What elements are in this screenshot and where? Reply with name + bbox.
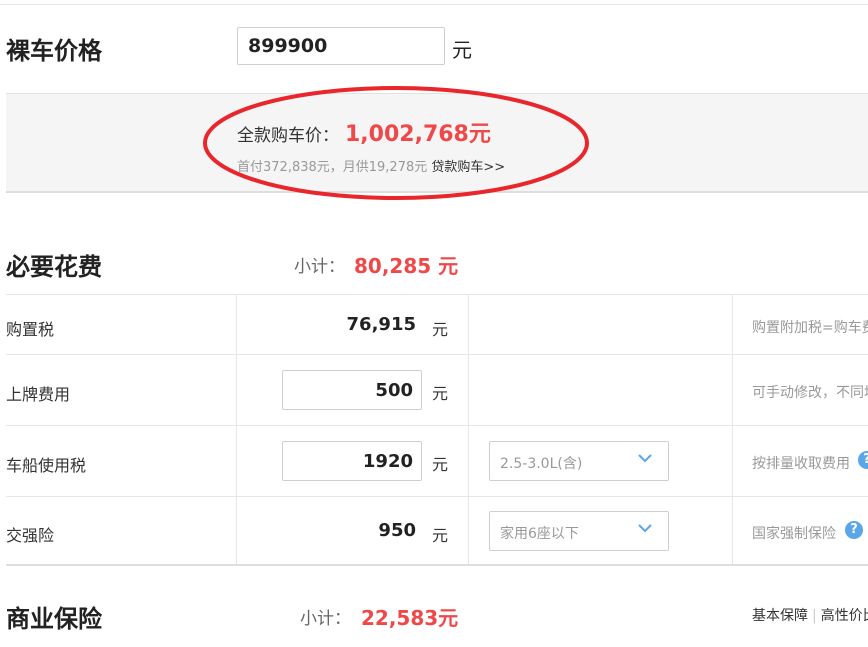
row-unit: 元: [432, 455, 449, 474]
price-title: 裸车价格: [6, 37, 102, 65]
license-fee-input[interactable]: [282, 370, 422, 410]
help-icon[interactable]: ?: [845, 521, 863, 539]
required-subtotal-label: 小计：: [294, 257, 345, 277]
row-note-vehicle-tax: 按排量收取费用: [752, 456, 850, 472]
row-unit: 元: [432, 320, 449, 339]
top-divider: [0, 4, 868, 5]
price-input[interactable]: [237, 27, 445, 65]
price-unit: 元: [452, 38, 472, 62]
table-col-divider: [468, 294, 469, 564]
row-label-license-fee: 上牌费用: [6, 385, 71, 404]
seat-count-select[interactable]: 家用6座以下: [489, 511, 669, 551]
table-row-divider: [6, 496, 868, 497]
row-value-purchase-tax: 76,915: [346, 314, 416, 335]
table-row-divider: [6, 425, 868, 426]
row-value-compulsory-insurance: 950: [378, 520, 416, 541]
row-unit: 元: [432, 526, 449, 545]
chevron-down-icon: [638, 524, 652, 533]
highlight-circle-annotation: [203, 86, 589, 200]
help-icon[interactable]: ?: [858, 451, 868, 469]
vehicle-tax-input[interactable]: [282, 441, 422, 481]
row-note-license-fee: 可手动修改，不同地: [752, 385, 868, 401]
table-row-divider: [6, 354, 868, 355]
row-label-compulsory-insurance: 交强险: [6, 526, 55, 545]
basic-plan-link[interactable]: 基本保障: [752, 608, 808, 624]
row-note-compulsory-insurance: 国家强制保险: [752, 526, 836, 542]
row-label-vehicle-tax: 车船使用税: [6, 456, 87, 475]
chevron-down-icon: [638, 454, 652, 463]
table-col-divider: [732, 294, 733, 564]
displacement-select[interactable]: 2.5-3.0L(含): [489, 441, 669, 481]
commercial-subtotal-value: 22,583元: [361, 606, 459, 630]
insurance-plan-links: 基本保障|高性价比: [752, 605, 868, 625]
required-subtotal-value: 80,285 元: [354, 254, 459, 278]
value-plan-link[interactable]: 高性价比: [821, 608, 868, 624]
commercial-insurance-title: 商业保险: [6, 605, 102, 633]
displacement-select-value: 2.5-3.0L(含): [500, 456, 583, 472]
link-separator: |: [812, 608, 817, 624]
required-costs-title: 必要花费: [6, 253, 102, 281]
table-top-line: [6, 294, 868, 295]
row-unit: 元: [432, 384, 449, 403]
table-bottom-line: [6, 564, 868, 566]
row-note-purchase-tax: 购置附加税=购车费: [752, 320, 868, 336]
row-label-purchase-tax: 购置税: [6, 320, 55, 339]
seat-count-select-value: 家用6座以下: [500, 526, 579, 542]
commercial-subtotal-label: 小计：: [300, 609, 351, 629]
table-col-divider: [236, 294, 237, 564]
